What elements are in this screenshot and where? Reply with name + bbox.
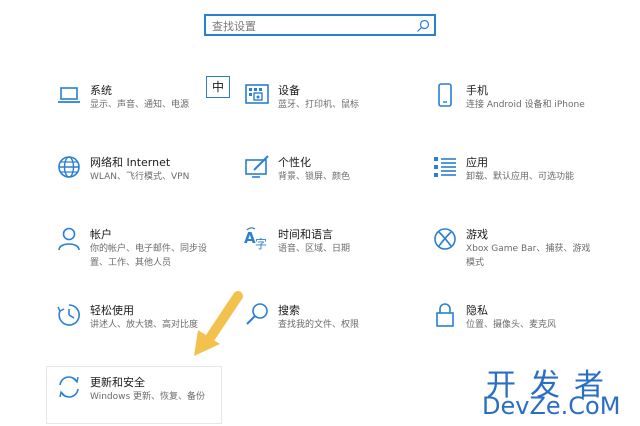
tile-phone[interactable]: 手机 连接 Android 设备和 iPhone [432,82,622,122]
tile-subtitle: 查找我的文件、权限 [278,320,360,330]
tile-time-language[interactable]: A字 时间和语言 语音、区域、日期 [244,226,434,266]
tile-title: 帐户 [90,228,112,241]
search-icon [416,18,430,32]
tile-title: 更新和安全 [90,376,145,389]
tile-subtitle: 蓝牙、打印机、鼠标 [278,100,360,110]
tile-subtitle: 卸载、默认应用、可选功能 [466,172,575,182]
paint-icon [244,154,270,180]
ease-of-access-icon [56,302,82,328]
globe-icon [56,154,82,180]
tile-title: 游戏 [466,228,488,241]
phone-icon [432,82,458,108]
laptop-icon [56,82,82,108]
tile-network[interactable]: 网络和 Internet WLAN、飞行模式、VPN [56,154,246,194]
search-input[interactable]: 查找设置 [212,18,256,34]
tile-title: 隐私 [466,304,488,317]
tile-subtitle: WLAN、飞行模式、VPN [90,172,190,182]
tile-title: 个性化 [278,156,311,169]
tile-update-security[interactable]: 更新和安全 Windows 更新、恢复、备份 [56,374,246,414]
tile-subtitle: 连接 Android 设备和 iPhone [466,100,585,110]
keyboard-icon [244,82,270,108]
tile-title: 系统 [90,84,112,97]
subtitle-line: Xbox Game Bar、捕获、游戏 [466,244,591,254]
tile-title: 应用 [466,156,488,169]
language-icon: A字 [244,226,270,252]
tile-subtitle: 背景、锁屏、颜色 [278,172,351,182]
tile-search[interactable]: 搜索 查找我的文件、权限 [244,302,434,342]
apps-list-icon [432,154,458,180]
tile-subtitle: Xbox Game Bar、捕获、游戏 模式 [466,242,590,270]
tile-personalization[interactable]: 个性化 背景、锁屏、颜色 [244,154,434,194]
tile-subtitle: 你的帐户、电子邮件、同步设 置、工作、其他人员 [90,242,207,270]
tile-subtitle: Windows 更新、恢复、备份 [90,392,206,402]
tile-privacy[interactable]: 隐私 位置、摄像头、麦克风 [432,302,622,342]
tile-title: 时间和语言 [278,228,333,241]
settings-search-box[interactable]: 查找设置 [204,14,436,36]
tile-gaming[interactable]: 游戏 Xbox Game Bar、捕获、游戏 模式 [432,226,622,268]
xbox-icon [432,226,458,252]
tile-title: 搜索 [278,304,300,317]
tile-subtitle: 讲述人、放大镜、高对比度 [90,320,199,330]
person-icon [56,226,82,252]
tile-accounts[interactable]: 帐户 你的帐户、电子邮件、同步设 置、工作、其他人员 [56,226,246,268]
tile-title: 手机 [466,84,488,97]
subtitle-line: 模式 [466,258,485,268]
subtitle-line: 置、工作、其他人员 [90,258,172,268]
lock-icon [432,302,458,328]
tile-devices[interactable]: 设备 蓝牙、打印机、鼠标 [244,82,434,122]
tile-subtitle: 显示、声音、通知、电源 [90,100,190,110]
tile-title: 网络和 Internet [90,156,171,169]
tile-subtitle: 语音、区域、日期 [278,244,351,254]
subtitle-line: 你的帐户、电子邮件、同步设 [90,244,208,254]
tile-system[interactable]: 系统 显示、声音、通知、电源 [56,82,246,122]
svg-text:字: 字 [255,236,267,251]
pointer-arrow-icon [190,290,250,360]
sync-icon [56,374,82,400]
tile-subtitle: 位置、摄像头、麦克风 [466,320,557,330]
tile-title: 轻松使用 [90,304,134,317]
tile-apps[interactable]: 应用 卸载、默认应用、可选功能 [432,154,622,194]
watermark-latin: DevZe.CoM [482,392,621,420]
tile-title: 设备 [278,84,300,97]
